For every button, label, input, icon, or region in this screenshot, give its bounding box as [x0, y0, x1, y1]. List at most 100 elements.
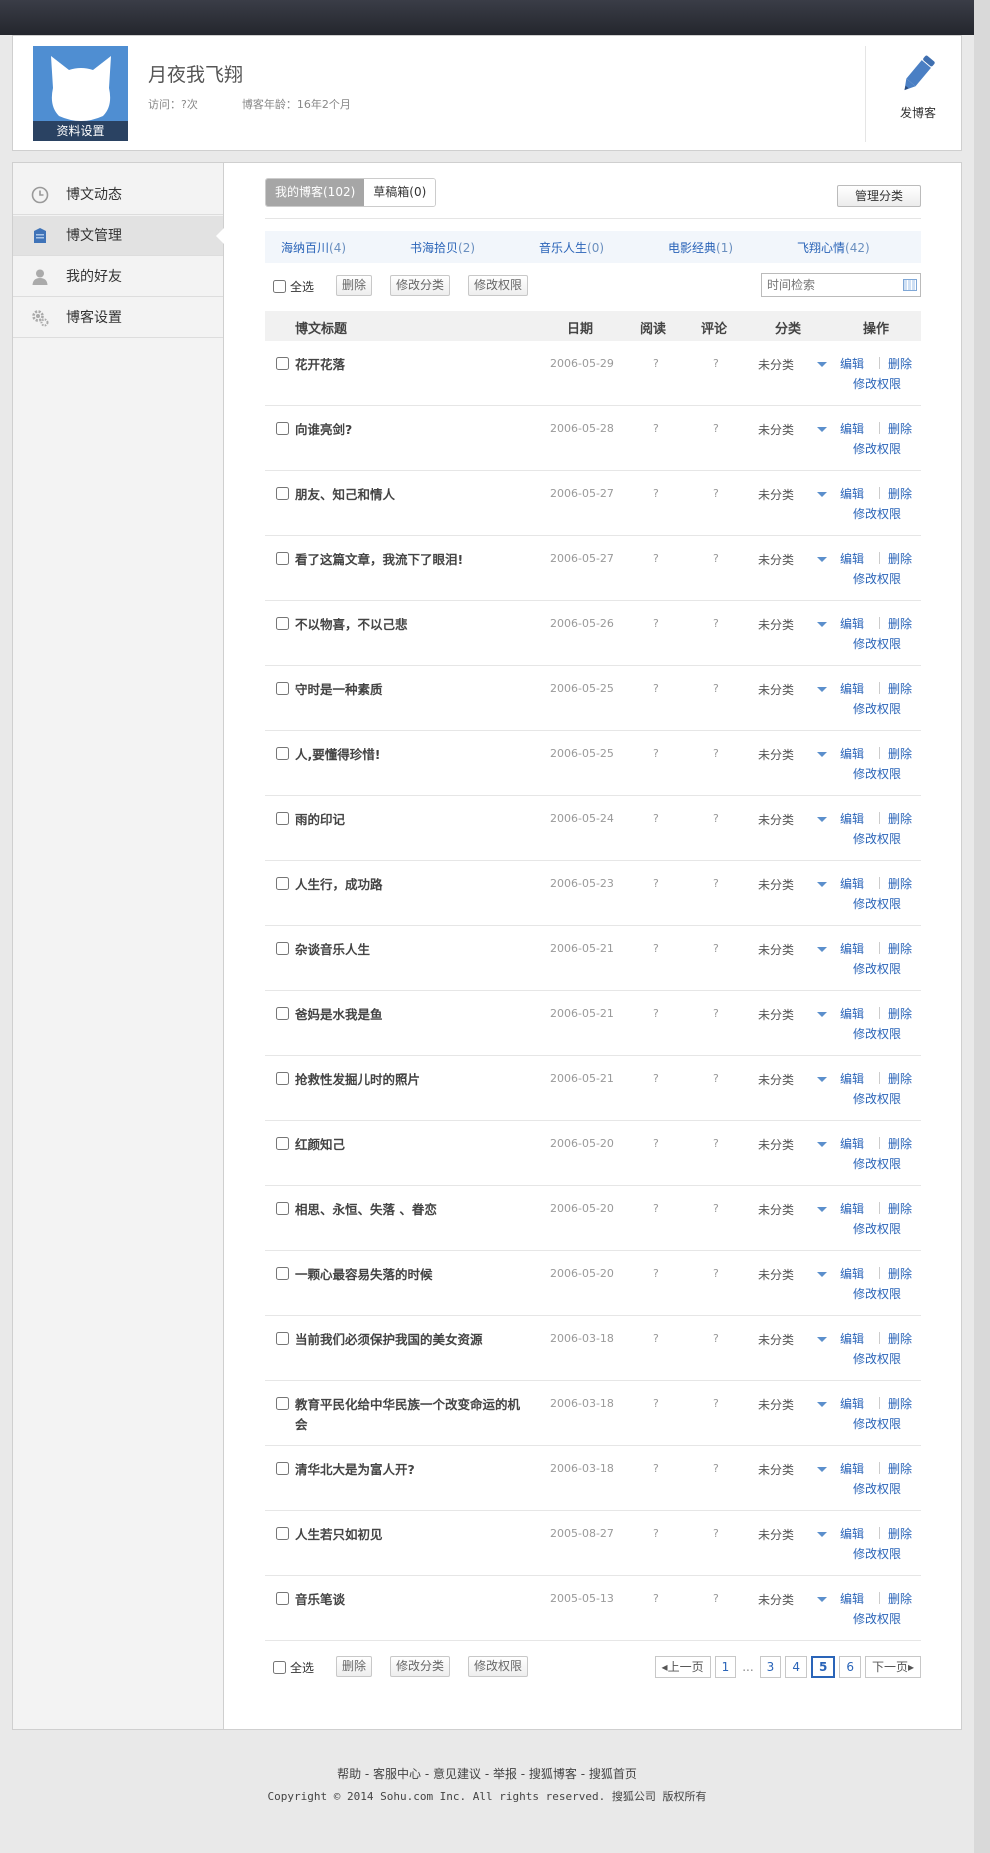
delete-link[interactable]: 删除: [888, 1395, 912, 1412]
post-title-link[interactable]: 相思、永恒、失落 、眷恋: [295, 1200, 525, 1220]
tab-drafts[interactable]: 草稿箱(0): [364, 179, 436, 206]
post-title-link[interactable]: 当前我们必须保护我国的美女资源: [295, 1330, 525, 1350]
chevron-down-icon[interactable]: [817, 947, 827, 952]
row-checkbox[interactable]: [276, 617, 289, 630]
sidebar-item-activity[interactable]: 博文动态: [13, 175, 223, 215]
chevron-down-icon[interactable]: [817, 1597, 827, 1602]
edit-link[interactable]: 编辑: [840, 550, 864, 567]
post-title-link[interactable]: 爸妈是水我是鱼: [295, 1005, 525, 1025]
edit-link[interactable]: 编辑: [840, 615, 864, 632]
row-checkbox[interactable]: [276, 1592, 289, 1605]
change-permission-link[interactable]: 修改权限: [853, 765, 901, 782]
category-link[interactable]: 音乐人生(0): [539, 239, 604, 256]
post-title-link[interactable]: 向谁亮剑?: [295, 420, 525, 440]
chevron-down-icon[interactable]: [817, 427, 827, 432]
delete-link[interactable]: 删除: [888, 940, 912, 957]
footer-links[interactable]: 帮助 - 客服中心 - 意见建议 - 举报 - 搜狐博客 - 搜狐首页: [12, 1765, 962, 1782]
post-title-link[interactable]: 一颗心最容易失落的时候: [295, 1265, 525, 1285]
date-search-box[interactable]: [761, 273, 921, 297]
edit-link[interactable]: 编辑: [840, 745, 864, 762]
change-permission-link[interactable]: 修改权限: [853, 960, 901, 977]
chevron-down-icon[interactable]: [817, 882, 827, 887]
change-permission-link[interactable]: 修改权限: [853, 1285, 901, 1302]
page-link[interactable]: 6: [839, 1656, 861, 1678]
edit-link[interactable]: 编辑: [840, 1070, 864, 1087]
sidebar-item-settings[interactable]: 博客设置: [13, 298, 223, 338]
delete-link[interactable]: 删除: [888, 810, 912, 827]
delete-link[interactable]: 删除: [888, 1005, 912, 1022]
page-link[interactable]: 3: [759, 1656, 782, 1678]
select-all-checkbox[interactable]: 全选: [273, 1659, 314, 1676]
chevron-down-icon[interactable]: [817, 1272, 827, 1277]
edit-link[interactable]: 编辑: [840, 355, 864, 372]
category-link[interactable]: 飞翔心情(42): [797, 239, 870, 256]
next-page-button[interactable]: 下一页▸: [864, 1656, 921, 1678]
edit-link[interactable]: 编辑: [840, 1460, 864, 1477]
edit-link[interactable]: 编辑: [840, 1200, 864, 1217]
manage-categories-button[interactable]: 管理分类: [837, 185, 921, 207]
row-checkbox[interactable]: [276, 1072, 289, 1085]
row-checkbox[interactable]: [276, 942, 289, 955]
delete-button[interactable]: 删除: [336, 275, 373, 296]
select-all-input[interactable]: [273, 280, 286, 293]
delete-link[interactable]: 删除: [888, 1135, 912, 1152]
page-link-current[interactable]: 5: [810, 1656, 836, 1678]
post-title-link[interactable]: 看了这篇文章，我流下了眼泪!: [295, 550, 525, 570]
page-link[interactable]: 4: [785, 1656, 807, 1678]
post-title-link[interactable]: 教育平民化给中华民族一个改变命运的机会: [295, 1395, 525, 1435]
edit-link[interactable]: 编辑: [840, 810, 864, 827]
sidebar-item-post-management[interactable]: 博文管理: [13, 216, 224, 256]
chevron-down-icon[interactable]: [817, 1337, 827, 1342]
delete-link[interactable]: 删除: [888, 1330, 912, 1347]
category-link[interactable]: 电影经典(1): [668, 239, 733, 256]
row-checkbox[interactable]: [276, 877, 289, 890]
row-checkbox[interactable]: [276, 422, 289, 435]
change-permission-link[interactable]: 修改权限: [853, 570, 901, 587]
select-all-checkbox[interactable]: 全选: [273, 278, 314, 295]
delete-link[interactable]: 删除: [888, 615, 912, 632]
change-permission-link[interactable]: 修改权限: [853, 1220, 901, 1237]
edit-link[interactable]: 编辑: [840, 1265, 864, 1282]
chevron-down-icon[interactable]: [817, 557, 827, 562]
row-checkbox[interactable]: [276, 357, 289, 370]
edit-link[interactable]: 编辑: [840, 940, 864, 957]
post-title-link[interactable]: 人生行，成功路: [295, 875, 525, 895]
edit-link[interactable]: 编辑: [840, 1525, 864, 1542]
change-permission-link[interactable]: 修改权限: [853, 1025, 901, 1042]
edit-link[interactable]: 编辑: [840, 1590, 864, 1607]
row-checkbox[interactable]: [276, 552, 289, 565]
post-title-link[interactable]: 雨的印记: [295, 810, 525, 830]
change-permission-link[interactable]: 修改权限: [853, 700, 901, 717]
date-search-input[interactable]: [762, 274, 892, 296]
category-link[interactable]: 书海拾贝(2): [410, 239, 475, 256]
delete-link[interactable]: 删除: [888, 875, 912, 892]
post-title-link[interactable]: 不以物喜，不以己悲: [295, 615, 525, 635]
select-all-input[interactable]: [273, 1661, 286, 1674]
chevron-down-icon[interactable]: [817, 362, 827, 367]
delete-link[interactable]: 删除: [888, 1525, 912, 1542]
avatar-settings-link[interactable]: 资料设置: [33, 121, 128, 141]
page-link[interactable]: 1: [714, 1656, 737, 1678]
sidebar-item-friends[interactable]: 我的好友: [13, 257, 223, 297]
post-title-link[interactable]: 音乐笔谈: [295, 1590, 525, 1610]
chevron-down-icon[interactable]: [817, 1402, 827, 1407]
delete-link[interactable]: 删除: [888, 745, 912, 762]
edit-link[interactable]: 编辑: [840, 680, 864, 697]
chevron-down-icon[interactable]: [817, 1077, 827, 1082]
edit-link[interactable]: 编辑: [840, 1005, 864, 1022]
change-permission-link[interactable]: 修改权限: [853, 635, 901, 652]
post-title-link[interactable]: 朋友、知己和情人: [295, 485, 525, 505]
row-checkbox[interactable]: [276, 1462, 289, 1475]
row-checkbox[interactable]: [276, 487, 289, 500]
delete-link[interactable]: 删除: [888, 485, 912, 502]
row-checkbox[interactable]: [276, 747, 289, 760]
change-permission-link[interactable]: 修改权限: [853, 895, 901, 912]
row-checkbox[interactable]: [276, 812, 289, 825]
row-checkbox[interactable]: [276, 1332, 289, 1345]
change-category-button[interactable]: 修改分类: [390, 1656, 451, 1677]
delete-link[interactable]: 删除: [888, 550, 912, 567]
change-category-button[interactable]: 修改分类: [390, 275, 451, 296]
edit-link[interactable]: 编辑: [840, 1330, 864, 1347]
post-title-link[interactable]: 人,要懂得珍惜!: [295, 745, 525, 765]
row-checkbox[interactable]: [276, 682, 289, 695]
